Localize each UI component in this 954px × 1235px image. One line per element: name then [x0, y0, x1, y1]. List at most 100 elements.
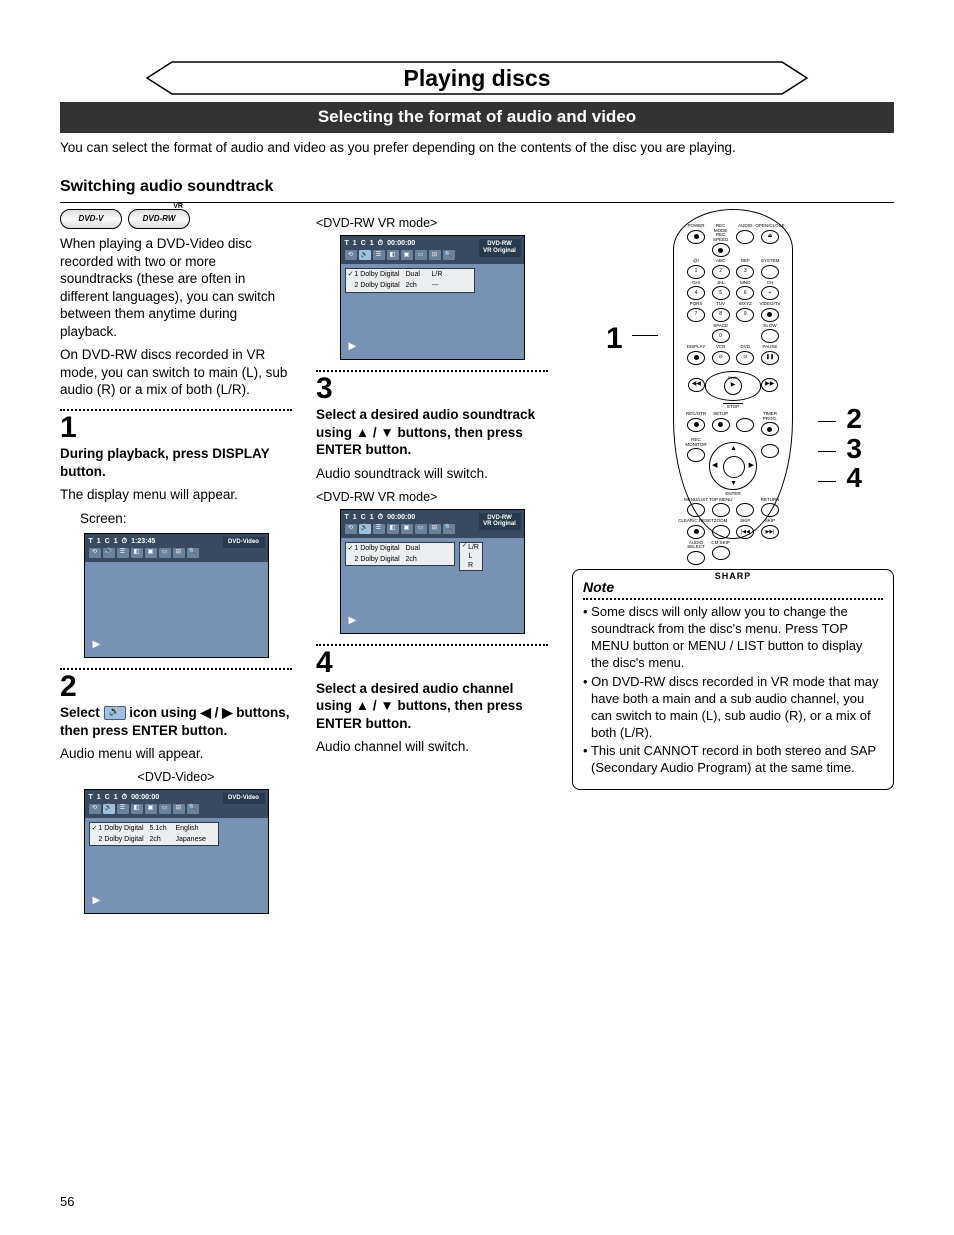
- remote-setup-button[interactable]: [712, 418, 730, 432]
- osd2-label: <DVD-Video>: [60, 769, 292, 785]
- remote-skip-back[interactable]: |◀◀: [736, 525, 754, 539]
- step1-instruction: During playback, press DISPLAY button.: [60, 445, 292, 480]
- osd-screenshot-4: DVD-RWVR Original T 1 C 1 ⏱ 00:00:00 ⟲ 🔊…: [340, 509, 525, 634]
- callout-numbers-right: 2 3 4: [846, 404, 862, 492]
- screen-label: Screen:: [80, 510, 292, 528]
- remote-num-7[interactable]: 7: [687, 308, 705, 322]
- step1-result: The display menu will appear.: [60, 486, 292, 504]
- page-number: 56: [60, 1194, 74, 1211]
- remote-num-6[interactable]: 6: [736, 286, 754, 300]
- remote-menulist-button[interactable]: [687, 503, 705, 517]
- remote-diagram: 1 2 3 4 POWER REC MODE REC SPEED AUDIO O…: [638, 209, 828, 539]
- badge-dvdv: DVD-V: [60, 209, 122, 229]
- section-heading: Switching audio soundtrack: [60, 177, 894, 198]
- remote-display-button[interactable]: [687, 351, 705, 365]
- audio-icon: [104, 706, 126, 720]
- remote-power-button[interactable]: [687, 230, 705, 244]
- osd-play-icon: ▶: [93, 638, 101, 651]
- remote-topmenu-button[interactable]: [712, 503, 730, 517]
- note-item: Some discs will only allow you to change…: [583, 604, 883, 672]
- osd4-audio-list: 1 Dolby DigitalDual 2 Dolby Digital2ch: [345, 542, 455, 566]
- step-separator: [60, 409, 292, 411]
- remote-num-8[interactable]: 8: [712, 308, 730, 322]
- remote-rew-button[interactable]: ◀◀: [688, 378, 705, 392]
- osd-icon: ⟲: [89, 548, 101, 558]
- remote-timerprog-button[interactable]: [761, 422, 779, 436]
- remote-return-button[interactable]: [761, 503, 779, 517]
- step-number-4: 4: [316, 648, 548, 678]
- remote-num-0[interactable]: 0: [712, 329, 730, 343]
- osd-audio-icon: 🔊: [103, 548, 115, 558]
- note-item: On DVD-RW discs recorded in VR mode that…: [583, 674, 883, 742]
- paragraph-1: When playing a DVD-Video disc recorded w…: [60, 235, 292, 340]
- osd4-tag: DVD-RWVR Original: [479, 513, 521, 530]
- intro-paragraph: You can select the format of audio and v…: [60, 139, 894, 157]
- osd2-audio-list: 1 Dolby Digital5.1chEnglish 2 Dolby Digi…: [89, 822, 219, 846]
- remote-button[interactable]: [736, 503, 754, 517]
- remote-ff-button[interactable]: ▶▶: [761, 378, 778, 392]
- osd-screenshot-2: DVD-Video T 1 C 1 ⏱ 00:00:00 ⟲ 🔊 ☰ ◧ ▣ ▭…: [84, 789, 269, 914]
- remote-slow-button[interactable]: [761, 329, 779, 343]
- title-banner: Playing discs: [60, 60, 894, 96]
- remote-skip-fwd[interactable]: ▶▶|: [761, 525, 779, 539]
- osd3-audio-list: 1 Dolby DigitalDualL/R 2 Dolby Digital2c…: [345, 268, 475, 292]
- remote-recotr-button[interactable]: [687, 418, 705, 432]
- osd1-tag: DVD-Video: [223, 537, 265, 548]
- step-number-2: 2: [60, 672, 292, 702]
- remote-recmonitor-button[interactable]: [687, 448, 705, 462]
- step-number-1: 1: [60, 413, 292, 443]
- osd-icon: ☰: [117, 548, 129, 558]
- step-separator: [316, 644, 548, 646]
- remote-zoom-button[interactable]: [712, 525, 730, 539]
- remote-num-9[interactable]: 9: [736, 308, 754, 322]
- osd-screenshot-3: DVD-RWVR Original T 1 C 1 ⏱ 00:00:00 ⟲ 🔊…: [340, 235, 525, 360]
- remote-num-2[interactable]: 2: [712, 265, 730, 279]
- remote-vcr-button[interactable]: ⊙: [712, 351, 730, 365]
- osd-icon: ◧: [131, 548, 143, 558]
- step3-instruction: Select a desired audio soundtrack using …: [316, 406, 548, 459]
- step4-result: Audio channel will switch.: [316, 738, 548, 756]
- remote-clear-button[interactable]: [687, 525, 705, 539]
- step-number-3: 3: [316, 374, 548, 404]
- remote-cmskip-button[interactable]: [712, 546, 730, 560]
- remote-videotv-button[interactable]: [761, 308, 779, 322]
- osd-icon: ▣: [145, 548, 157, 558]
- callout-number-1: 1: [606, 319, 623, 358]
- remote-audioselect-button[interactable]: [687, 551, 705, 565]
- remote-audio-button[interactable]: [736, 230, 754, 244]
- remote-play-button[interactable]: PLAY ▶: [705, 371, 762, 401]
- osd-icon: ⊟: [173, 548, 185, 558]
- remote-ch-up[interactable]: +: [761, 286, 779, 300]
- heading-underline: [60, 202, 894, 203]
- remote-num-1[interactable]: 1: [687, 265, 705, 279]
- note-item: This unit CANNOT record in both stereo a…: [583, 743, 883, 777]
- remote-dvd-button[interactable]: ⊙: [736, 351, 754, 365]
- osd-screenshot-1: DVD-Video T 1 C 1 ⏱ 1:23:45 ⟲ 🔊 ☰ ◧ ▣ ▭ …: [84, 533, 269, 658]
- step4-instruction: Select a desired audio channel using ▲ /…: [316, 680, 548, 733]
- osd-icon: ▭: [159, 548, 171, 558]
- page-title: Playing discs: [60, 60, 894, 96]
- step3-result: Audio soundtrack will switch.: [316, 465, 548, 483]
- remote-button[interactable]: [736, 418, 754, 432]
- paragraph-1b: On DVD-RW discs recorded in VR mode, you…: [60, 346, 292, 399]
- osd3-tag: DVD-RWVR Original: [479, 239, 521, 256]
- remote-num-3[interactable]: 3: [736, 265, 754, 279]
- remote-button[interactable]: [761, 444, 779, 458]
- section-subtitle: Selecting the format of audio and video: [60, 102, 894, 133]
- remote-num-4[interactable]: 4: [687, 286, 705, 300]
- osd4-label: <DVD-RW VR mode>: [316, 489, 548, 505]
- remote-num-5[interactable]: 5: [712, 286, 730, 300]
- note-box: Note Some discs will only allow you to c…: [572, 569, 894, 790]
- step-separator: [316, 370, 548, 372]
- remote-pause-button[interactable]: ❚❚: [761, 351, 779, 365]
- osd4-channel-dropdown: ✓L/R L R: [459, 542, 483, 571]
- remote-system-button[interactable]: [761, 265, 779, 279]
- disc-badges: DVD-V VR DVD-RW: [60, 209, 292, 229]
- remote-brand: SHARP: [682, 571, 784, 583]
- osd2-tag: DVD-Video: [223, 793, 265, 804]
- step2-instruction: Select icon using ◀ / ▶ buttons, then pr…: [60, 704, 292, 739]
- remote-openclose-button[interactable]: ⏏: [761, 230, 779, 244]
- remote-recmode-button[interactable]: [712, 243, 730, 257]
- step2-result: Audio menu will appear.: [60, 745, 292, 763]
- remote-arrow-pad[interactable]: ▲▼◀▶: [709, 442, 757, 490]
